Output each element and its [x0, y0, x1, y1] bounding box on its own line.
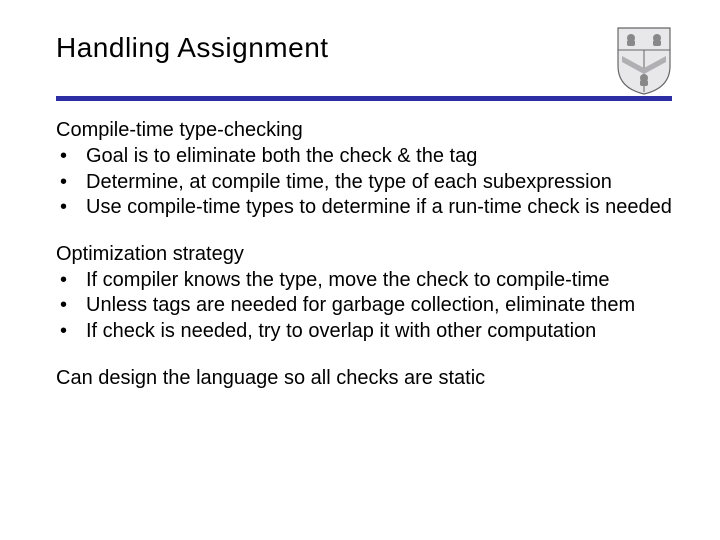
closing-line: Can design the language so all checks ar… — [56, 367, 672, 390]
slide: Handling Assignment Compile-time type-c — [0, 0, 720, 540]
list-item: Unless tags are needed for garbage colle… — [56, 293, 672, 319]
section-compile-time: Compile-time type-checking Goal is to el… — [56, 119, 672, 221]
bullet-list: Goal is to eliminate both the check & th… — [56, 144, 672, 221]
list-item: Use compile-time types to determine if a… — [56, 195, 672, 221]
section-optimization: Optimization strategy If compiler knows … — [56, 243, 672, 345]
title-row: Handling Assignment — [56, 32, 672, 96]
section-heading: Optimization strategy — [56, 243, 672, 266]
list-item: If check is needed, try to overlap it wi… — [56, 319, 672, 345]
bullet-list: If compiler knows the type, move the che… — [56, 268, 672, 345]
list-item: Goal is to eliminate both the check & th… — [56, 144, 672, 170]
list-item: Determine, at compile time, the type of … — [56, 170, 672, 196]
title-rule — [56, 96, 672, 101]
list-item: If compiler knows the type, move the che… — [56, 268, 672, 294]
crest-logo — [616, 26, 672, 96]
slide-title: Handling Assignment — [56, 32, 608, 64]
section-heading: Compile-time type-checking — [56, 119, 672, 142]
